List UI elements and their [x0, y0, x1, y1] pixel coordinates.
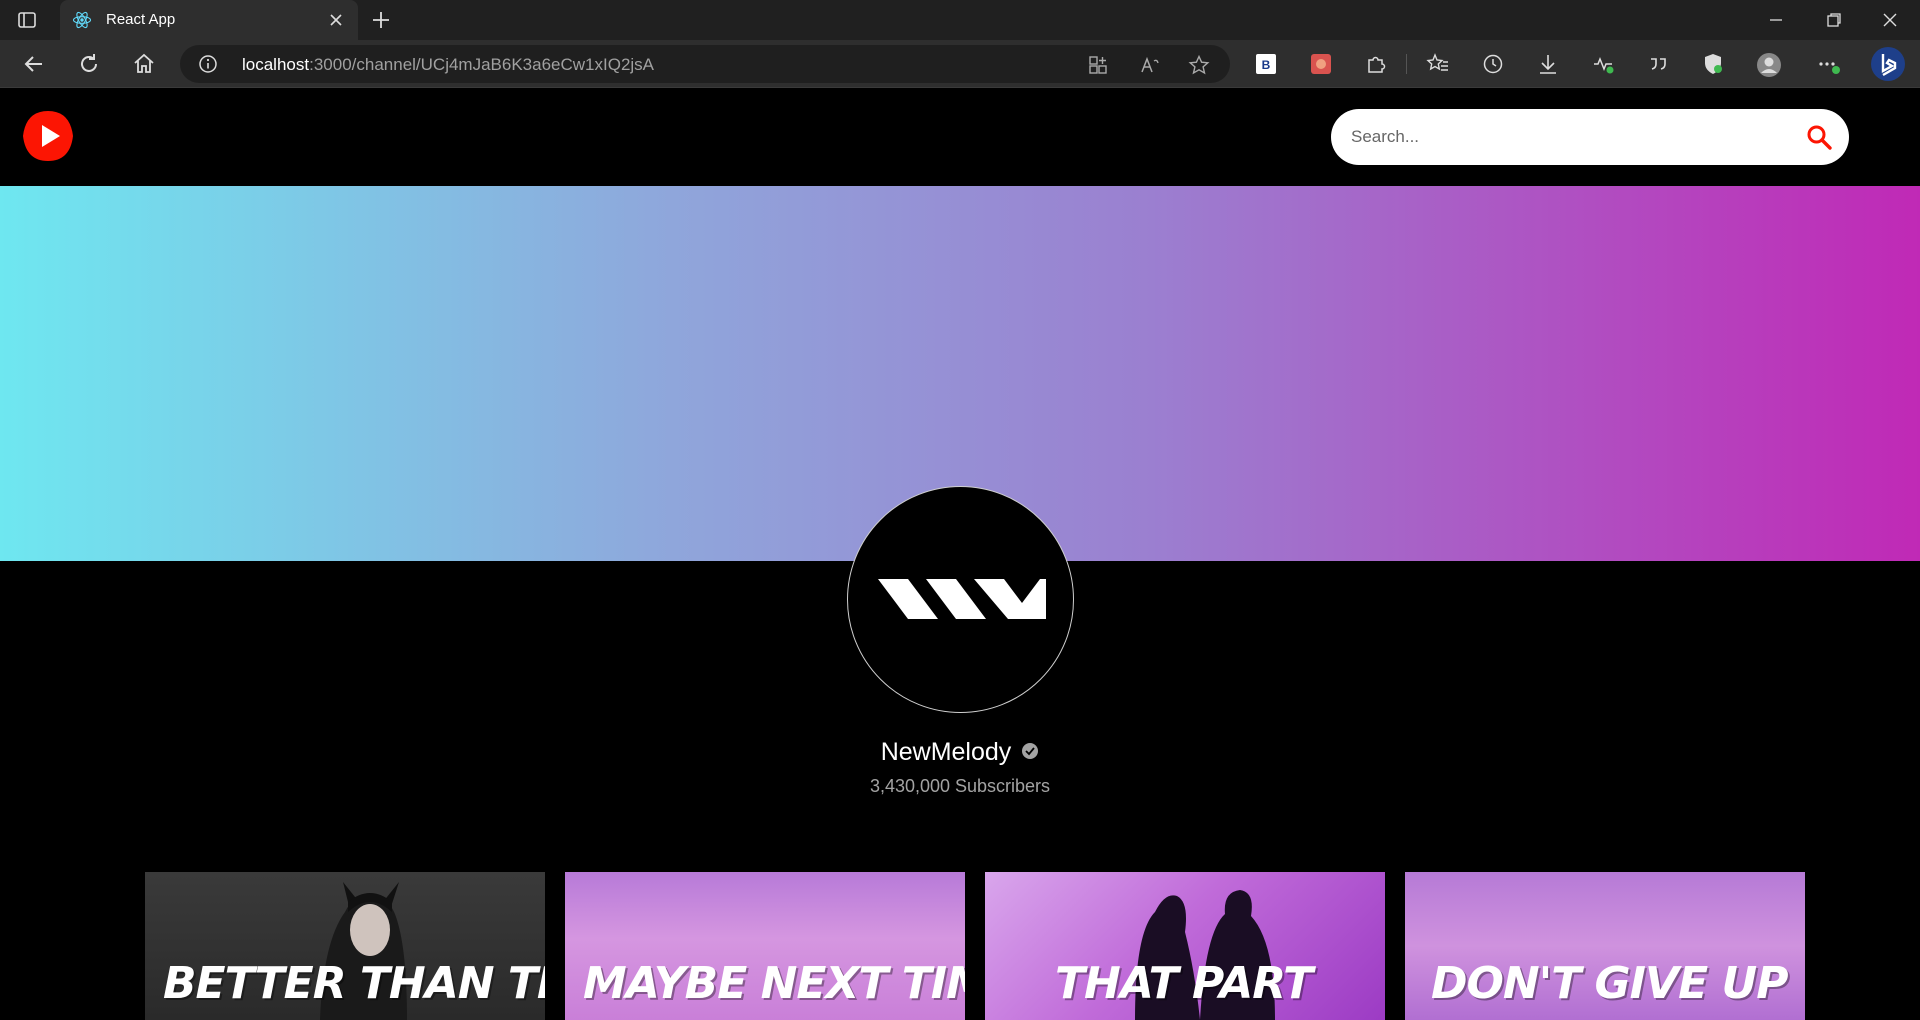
- back-icon[interactable]: [20, 50, 48, 78]
- restore-icon[interactable]: [1806, 0, 1862, 40]
- channel-name: NewMelody: [880, 738, 1012, 766]
- read-aloud-icon[interactable]: [1139, 54, 1161, 76]
- video-title: BETTER THAN THE BOY: [163, 958, 545, 1009]
- youtube-logo-icon[interactable]: [20, 108, 76, 164]
- tab-close-icon[interactable]: [326, 10, 346, 30]
- copilot-icon[interactable]: [1870, 46, 1906, 82]
- subscriber-count: 3,430,000 Subscribers: [869, 776, 1051, 796]
- browser-tab-bar: React App: [0, 0, 1920, 40]
- extension-red-icon[interactable]: [1309, 52, 1333, 76]
- channel-name-row: NewMelody: [0, 738, 1920, 767]
- video-grid: BETTER THAN THE BOY MAYBE NEXT TIM THAT …: [145, 872, 1805, 1020]
- search-bar: [1331, 109, 1849, 165]
- app-available-icon[interactable]: [1087, 54, 1109, 76]
- video-card[interactable]: DON'T GIVE UP: [1405, 872, 1805, 1020]
- site-info-icon[interactable]: [198, 54, 218, 74]
- extensions-puzzle-icon[interactable]: [1364, 52, 1388, 76]
- video-card[interactable]: MAYBE NEXT TIM: [565, 872, 965, 1020]
- browser-toolbar: localhost:3000/channel/UCj4mJaB6K3a6eCw1…: [0, 40, 1920, 88]
- tab-title: React App: [106, 11, 176, 28]
- video-title: DON'T GIVE UP: [1431, 958, 1788, 1009]
- toolbar-divider: [1406, 54, 1407, 74]
- search-input[interactable]: [1351, 119, 1781, 155]
- verified-check-icon: [1021, 742, 1039, 760]
- close-window-icon[interactable]: [1862, 0, 1918, 40]
- browser-tab-active[interactable]: React App: [60, 0, 358, 40]
- quote-icon[interactable]: [1646, 52, 1670, 76]
- svg-text:B: B: [1262, 58, 1271, 72]
- extension-b-icon[interactable]: B: [1254, 52, 1278, 76]
- favorites-icon[interactable]: [1426, 52, 1450, 76]
- address-path: :3000/channel/UCj4mJaB6K3a6eCw1xIQ2jsA: [309, 55, 655, 74]
- minimize-icon[interactable]: [1748, 0, 1804, 40]
- new-tab-icon[interactable]: [370, 9, 392, 31]
- performance-icon[interactable]: [1591, 52, 1615, 76]
- refresh-icon[interactable]: [75, 50, 103, 78]
- video-card[interactable]: BETTER THAN THE BOY: [145, 872, 545, 1020]
- video-title: THAT PART: [1055, 958, 1313, 1009]
- tab-actions-icon[interactable]: [16, 9, 38, 31]
- home-icon[interactable]: [130, 50, 158, 78]
- more-options-icon[interactable]: [1816, 52, 1840, 76]
- browser-essentials-icon[interactable]: [1701, 52, 1725, 76]
- video-card[interactable]: THAT PART: [985, 872, 1385, 1020]
- newmelody-logo-icon: [878, 579, 1046, 619]
- history-icon[interactable]: [1481, 52, 1505, 76]
- address-url: localhost:3000/channel/UCj4mJaB6K3a6eCw1…: [242, 55, 654, 75]
- channel-avatar[interactable]: [847, 486, 1074, 713]
- address-host: localhost: [242, 55, 310, 74]
- app-header: [0, 88, 1920, 186]
- downloads-icon[interactable]: [1536, 52, 1560, 76]
- video-title: MAYBE NEXT TIM: [583, 958, 965, 1009]
- favorite-star-icon[interactable]: [1188, 54, 1210, 76]
- address-bar[interactable]: localhost:3000/channel/UCj4mJaB6K3a6eCw1…: [180, 45, 1230, 83]
- profile-avatar-icon[interactable]: [1756, 52, 1781, 77]
- search-icon[interactable]: [1805, 123, 1833, 151]
- react-favicon-icon: [72, 10, 92, 30]
